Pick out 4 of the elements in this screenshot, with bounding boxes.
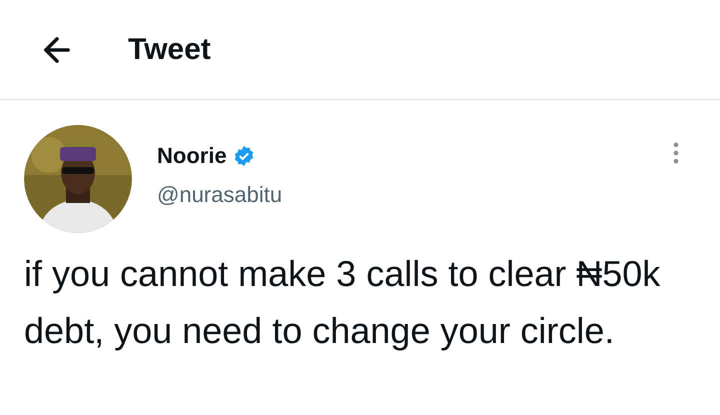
author-handle[interactable]: @nurasabitu (157, 178, 662, 211)
page-title: Tweet (128, 32, 211, 68)
tweet-text: if you cannot make 3 calls to clear ₦50k debt, you need to change your circle. (23, 252, 662, 353)
author-name[interactable]: Noorie (157, 139, 227, 172)
